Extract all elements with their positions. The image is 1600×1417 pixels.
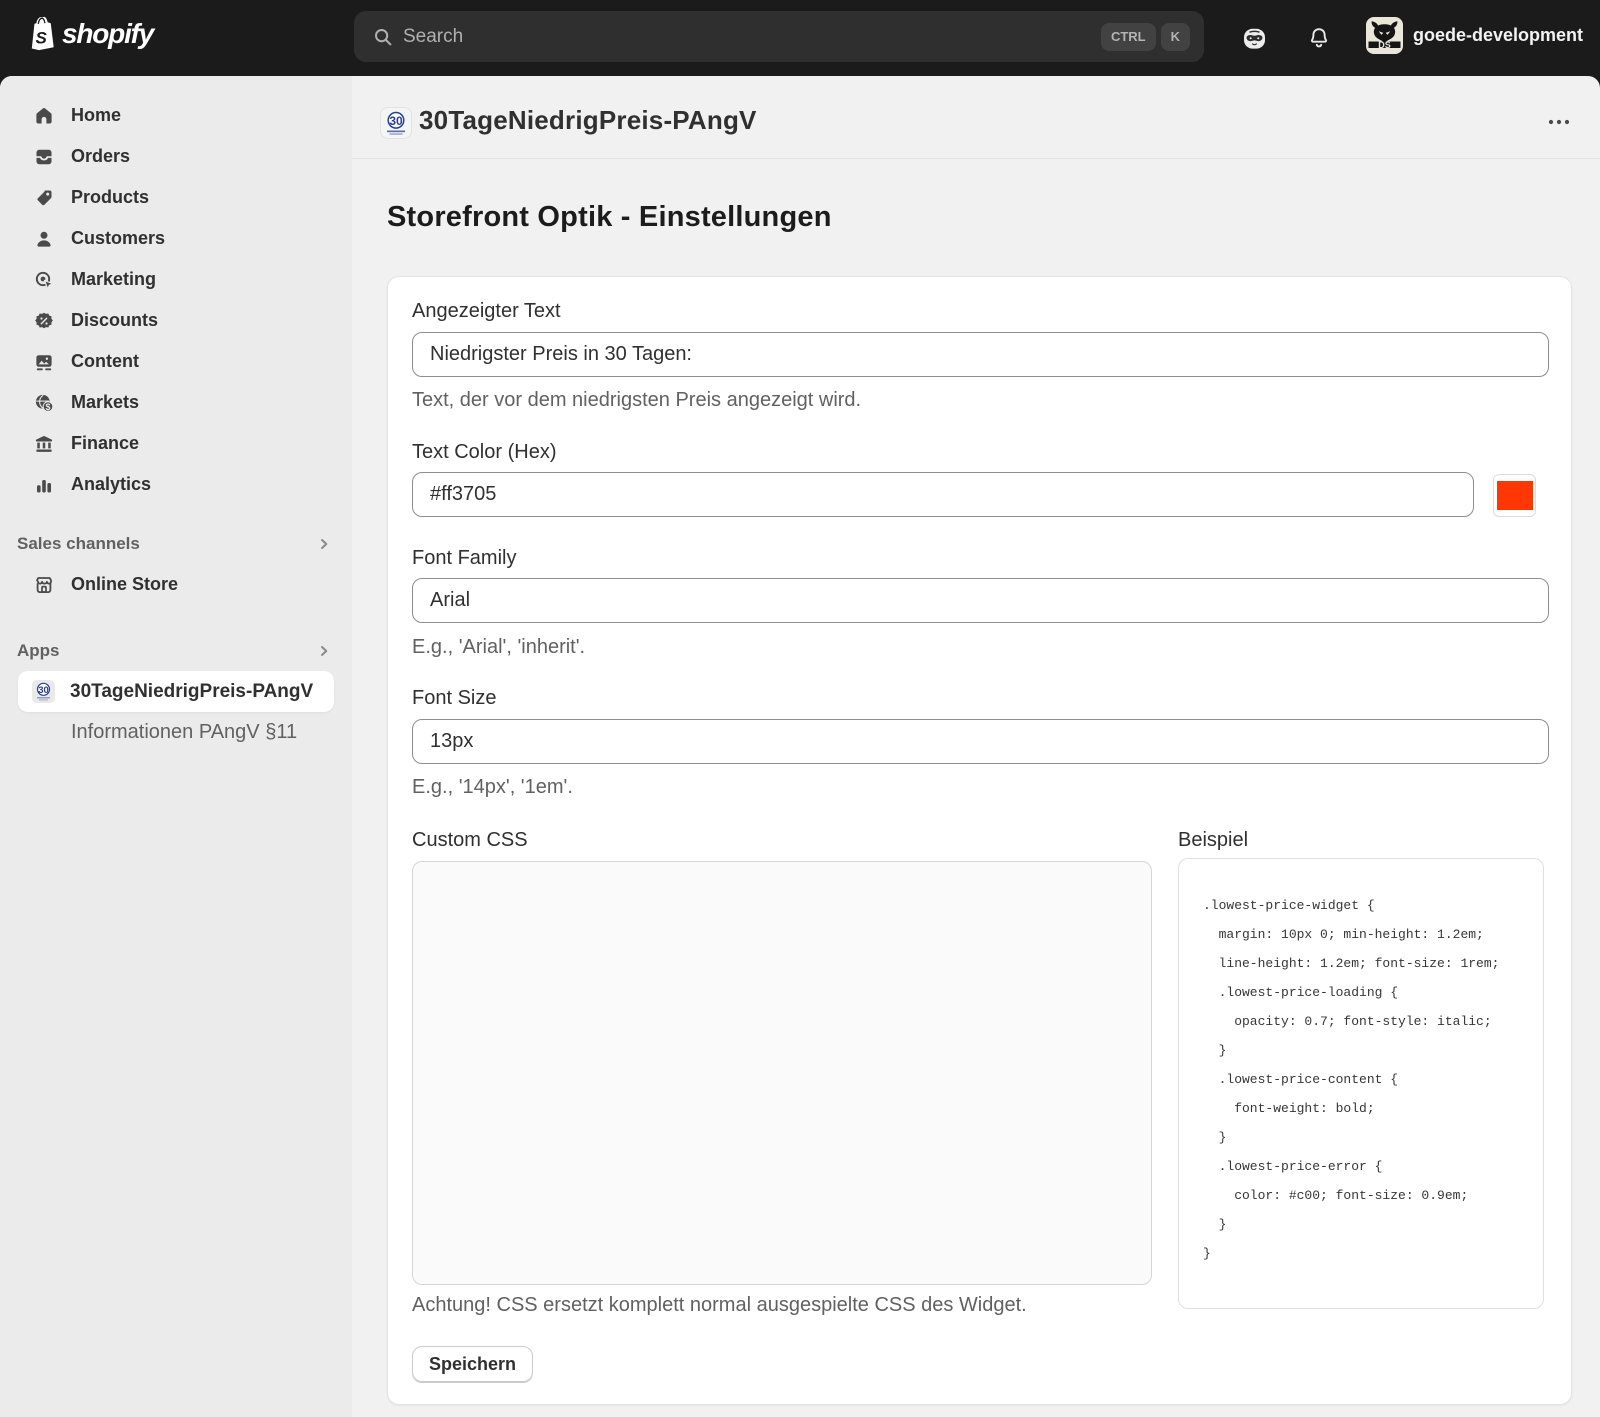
svg-text:30: 30 (389, 114, 403, 128)
svg-text:$: $ (45, 401, 50, 411)
svg-text:S: S (36, 29, 48, 48)
svg-text:30: 30 (38, 685, 49, 696)
svg-text:DS: DS (1378, 40, 1391, 50)
